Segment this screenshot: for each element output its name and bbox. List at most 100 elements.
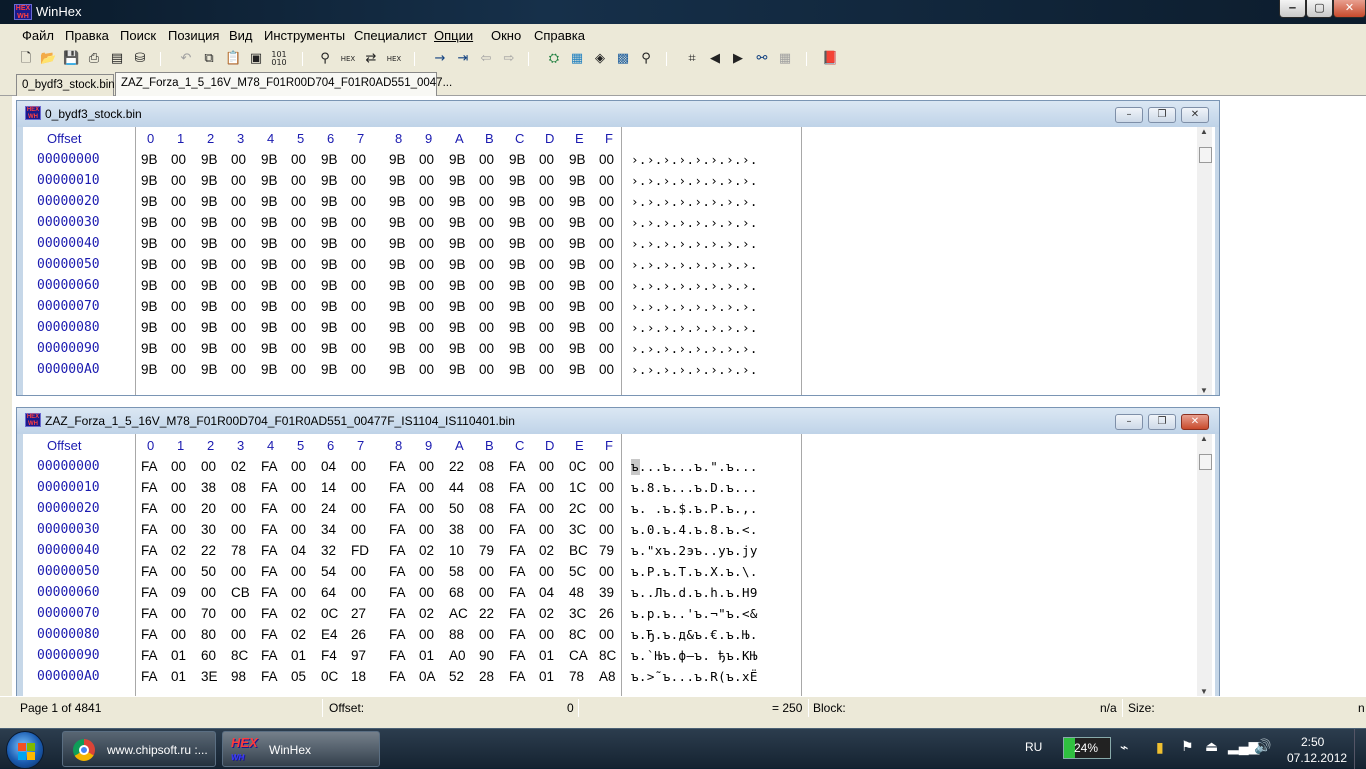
hex-byte[interactable]: FA [261, 544, 278, 558]
hex-byte[interactable]: FA [261, 670, 278, 684]
hex-byte[interactable]: 00 [419, 237, 434, 251]
hex-byte[interactable]: 90 [479, 649, 494, 663]
hex-byte[interactable]: 00 [599, 460, 614, 474]
hex-byte[interactable]: 00 [539, 174, 554, 188]
hex-byte[interactable]: FA [389, 565, 406, 579]
hex-byte[interactable]: 00 [351, 321, 366, 335]
hex-byte[interactable]: 52 [449, 670, 464, 684]
hex-byte[interactable]: 01 [171, 649, 186, 663]
hex-byte[interactable]: 44 [449, 481, 464, 495]
hex-byte[interactable]: 9B [449, 321, 466, 335]
hex-byte[interactable]: 00 [231, 195, 246, 209]
hex-byte[interactable]: 00 [291, 216, 306, 230]
action-center-flag-icon[interactable]: ⚑ [1181, 738, 1194, 755]
hex-byte[interactable]: FA [141, 607, 158, 621]
tab-zaz-forza[interactable]: ZAZ_Forza_1_5_16V_M78_F01R00D704_F01R0AD… [115, 72, 452, 96]
hex-byte[interactable]: 8C [599, 649, 616, 663]
clock-date[interactable]: 07.12.2012 [1287, 751, 1347, 765]
hex-byte[interactable]: FA [389, 670, 406, 684]
hash-icon[interactable]: ⌗ [684, 51, 700, 67]
hex-byte[interactable]: 3C [569, 523, 586, 537]
hex-byte[interactable]: 58 [449, 565, 464, 579]
menu-tools[interactable]: Инструменты [264, 28, 345, 43]
hex-byte[interactable]: 00 [539, 237, 554, 251]
book-icon[interactable]: 📕 [822, 51, 838, 67]
hex-byte[interactable]: FA [261, 586, 278, 600]
window-close-button[interactable]: ✕ [1181, 107, 1209, 123]
hex-byte[interactable]: 9B [569, 363, 586, 377]
copy-icon[interactable]: ⧉ [201, 51, 217, 67]
hex-byte[interactable]: FA [389, 523, 406, 537]
hex-byte[interactable]: 14 [321, 481, 336, 495]
hex-byte[interactable]: 00 [599, 523, 614, 537]
hex-byte[interactable]: 00 [599, 342, 614, 356]
hex-byte[interactable]: 00 [479, 258, 494, 272]
hex-byte[interactable]: CA [569, 649, 588, 663]
hex-byte[interactable]: 9B [141, 300, 158, 314]
hex-byte[interactable]: A8 [599, 670, 616, 684]
hex-byte[interactable]: 20 [201, 502, 216, 516]
hex-byte[interactable]: 9B [141, 153, 158, 167]
hex-byte[interactable]: FA [261, 565, 278, 579]
hex-byte[interactable]: 00 [479, 363, 494, 377]
hex-byte[interactable]: 00 [171, 460, 186, 474]
hex-byte[interactable]: 9B [389, 258, 406, 272]
hex-byte[interactable]: 9B [201, 279, 218, 293]
start-button[interactable] [6, 731, 44, 769]
hex-byte[interactable]: 9B [321, 321, 338, 335]
search-binoculars-icon[interactable]: ⚯ [754, 51, 770, 67]
hex-byte[interactable]: 9B [141, 174, 158, 188]
hex-byte[interactable]: 00 [419, 174, 434, 188]
hex-byte[interactable]: 00 [539, 628, 554, 642]
new-icon[interactable]: 🗋 [18, 51, 34, 67]
hex-byte[interactable]: FA [509, 607, 526, 621]
hex-byte[interactable]: 00 [231, 321, 246, 335]
hex-byte[interactable]: 04 [539, 586, 554, 600]
tab-bydf3-stock[interactable]: 0_bydf3_stock.bin [16, 74, 115, 96]
hex-byte[interactable]: 00 [351, 565, 366, 579]
hex-byte[interactable]: BC [569, 544, 588, 558]
hex-byte[interactable]: 9B [321, 195, 338, 209]
hex-byte[interactable]: 00 [351, 586, 366, 600]
hex-byte[interactable]: 50 [449, 502, 464, 516]
convert-icon[interactable]: 101 010 [271, 51, 287, 67]
hex-byte[interactable]: 9B [141, 216, 158, 230]
hex-byte[interactable]: 00 [351, 481, 366, 495]
hex-byte[interactable]: 00 [231, 502, 246, 516]
hex-byte[interactable]: 54 [321, 565, 336, 579]
hex-byte[interactable]: 00 [419, 216, 434, 230]
hex-byte[interactable]: FA [261, 523, 278, 537]
hex-byte[interactable]: 02 [231, 460, 246, 474]
hex-byte[interactable]: 9B [261, 363, 278, 377]
hex-byte[interactable]: 9B [389, 195, 406, 209]
open-icon[interactable]: 📂 [40, 51, 56, 67]
hex-byte[interactable]: 00 [231, 628, 246, 642]
hex-byte[interactable]: 9B [569, 195, 586, 209]
minimize-button[interactable]: ‒ [1279, 0, 1306, 18]
hex-byte[interactable]: 01 [171, 670, 186, 684]
hex-byte[interactable]: 9B [261, 279, 278, 293]
hex-byte[interactable]: 9B [261, 321, 278, 335]
window-close-button[interactable]: ✕ [1181, 414, 1209, 430]
hex-byte[interactable]: 2C [569, 502, 586, 516]
hex-byte[interactable]: FA [141, 523, 158, 537]
hex-byte[interactable]: 00 [171, 363, 186, 377]
hex-byte[interactable]: FA [509, 523, 526, 537]
hex-byte[interactable]: 26 [599, 607, 614, 621]
ascii-text[interactable]: ъ..Лъ.d.ъ.h.ъ.H9 [631, 586, 758, 600]
hex-byte[interactable]: 00 [351, 216, 366, 230]
hex-byte[interactable]: FA [389, 607, 406, 621]
hex-byte[interactable]: 88 [449, 628, 464, 642]
close-button[interactable]: ✕ [1333, 0, 1366, 18]
replace-hex-icon[interactable]: HEX [386, 51, 402, 67]
hex-byte[interactable]: 28 [479, 670, 494, 684]
hex-byte[interactable]: 9B [509, 300, 526, 314]
scroll-down-icon[interactable]: ▼ [1200, 386, 1208, 395]
hex-byte[interactable]: 00 [291, 153, 306, 167]
hex-byte[interactable]: 00 [291, 460, 306, 474]
hex-byte[interactable]: FA [389, 481, 406, 495]
hex-byte[interactable]: 00 [231, 607, 246, 621]
hex-byte[interactable]: 00 [479, 279, 494, 293]
hex-view[interactable]: Offset 0 1 2 3 4 5 6 7 8 9 A B C D E F 00000000 FA 00 00 02 FA… [23, 434, 1215, 696]
hex-byte[interactable]: 00 [291, 342, 306, 356]
